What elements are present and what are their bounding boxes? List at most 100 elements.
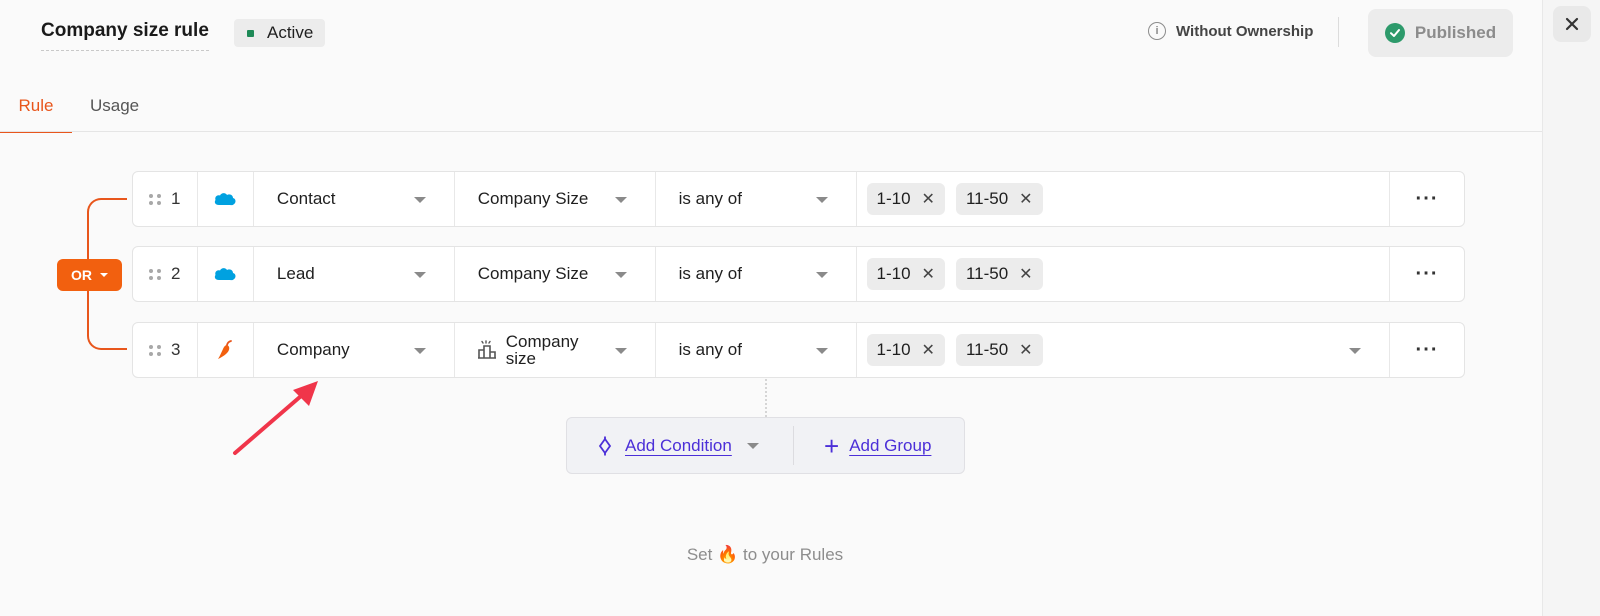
close-icon [1565,17,1579,31]
value-chip: 11-50 ✕ [955,258,1043,290]
more-options-button[interactable]: ··· [1390,247,1464,301]
info-icon: i [1148,22,1166,40]
operator-select[interactable]: is any of [656,172,857,226]
remove-chip-icon[interactable]: ✕ [1019,340,1032,360]
footer-text-before: Set [686,545,713,564]
chevron-down-icon [815,348,828,354]
operator-value: is any of [678,264,742,283]
value-chip: 11-50 ✕ [955,334,1043,366]
published-button[interactable]: Published [1368,9,1513,57]
side-panel [1542,0,1600,616]
value-chip: 1-10 ✕ [866,258,945,290]
row-number-cell: 3 [133,323,198,377]
chevron-down-icon [413,272,426,278]
chevron-down-icon [413,197,426,203]
field-select[interactable]: Company size [455,323,656,377]
values-input[interactable]: 1-10 ✕ 11-50 ✕ [857,247,1391,301]
field-select[interactable]: Company Size [455,172,656,226]
tab-usage[interactable]: Usage [90,86,139,133]
add-actions-box: Add Condition + Add Group [566,417,965,474]
tabs-divider [0,131,1542,132]
remove-chip-icon[interactable]: ✕ [1019,264,1032,284]
chip-label: 1-10 [876,264,911,283]
values-input[interactable]: 1-10 ✕ 11-50 ✕ [857,172,1391,226]
chip-label: 11-50 [965,340,1009,359]
condition-row-3: 3 Company Company size is any of 1-10 ✕ … [132,322,1465,378]
operator-value: is any of [678,340,742,359]
value-chip: 1-10 ✕ [866,334,945,366]
header-divider [1338,17,1339,47]
company-building-icon [477,340,496,359]
chevron-down-icon [1349,348,1362,354]
field-value: Company size [506,333,579,367]
operator-select[interactable]: is any of [656,323,857,377]
rule-title[interactable]: Company size rule [41,20,209,51]
drag-handle-icon[interactable] [149,344,161,356]
add-condition-label: Add Condition [625,435,732,455]
chevron-down-icon[interactable] [746,442,759,449]
rule-editor: Company size rule Active i Without Owner… [0,0,1542,616]
value-chip: 11-50 ✕ [955,183,1043,215]
chevron-down-icon [614,197,627,203]
chip-label: 1-10 [876,340,911,359]
value-chip: 1-10 ✕ [866,183,945,215]
object-value: Contact [276,189,336,208]
object-value: Company [276,340,350,359]
condition-row-1: 1 Contact Company Size is any of 1-10 ✕ 1… [132,171,1465,227]
condition-row-2: 2 Lead Company Size is any of 1-10 ✕ 11-5… [132,246,1465,302]
field-select[interactable]: Company Size [455,247,656,301]
drag-handle-icon[interactable] [149,193,161,205]
footer-hint: Set 🔥 to your Rules [0,545,1530,565]
group-operator-dropdown[interactable]: OR [57,259,122,291]
tab-rule[interactable]: Rule [0,86,72,133]
remove-chip-icon[interactable]: ✕ [922,340,935,360]
row-number-cell: 1 [133,172,198,226]
chevron-down-icon [100,273,108,277]
chevron-down-icon [413,348,426,354]
values-select[interactable]: 1-10 ✕ 11-50 ✕ [857,323,1391,377]
source-cell [198,323,254,377]
condition-diamond-icon [598,436,612,455]
object-value: Lead [276,264,315,283]
remove-chip-icon[interactable]: ✕ [922,264,935,284]
group-operator-label: OR [71,267,92,283]
drag-handle-icon[interactable] [149,268,161,280]
source-cell [198,172,254,226]
more-options-button[interactable]: ··· [1390,172,1464,226]
chevron-down-icon [614,348,627,354]
row-number: 1 [171,189,181,208]
salesforce-cloud-icon [215,193,236,206]
row-number: 2 [171,264,181,283]
add-connector-line [765,379,767,417]
object-select[interactable]: Contact [254,172,455,226]
add-condition-button[interactable]: Add Condition [567,426,794,465]
check-circle-icon [1384,23,1405,43]
close-button[interactable] [1553,6,1591,42]
chip-label: 11-50 [965,264,1009,283]
field-value: Company Size [477,189,589,208]
status-label: Active [267,23,314,42]
operator-select[interactable]: is any of [656,247,857,301]
ownership-label: Without Ownership [1176,22,1314,40]
chevron-down-icon [815,197,828,203]
operator-value: is any of [678,189,742,208]
more-options-button[interactable]: ··· [1390,323,1464,377]
chip-label: 1-10 [876,189,911,208]
salesforce-cloud-icon [215,268,236,281]
chevron-down-icon [815,272,828,278]
object-select[interactable]: Company [254,323,455,377]
field-value: Company Size [477,264,589,283]
add-group-button[interactable]: + Add Group [794,418,931,473]
ownership-indicator[interactable]: i Without Ownership [1148,22,1313,40]
published-label: Published [1414,23,1497,42]
remove-chip-icon[interactable]: ✕ [1019,189,1032,209]
chevron-down-icon [614,272,627,278]
chili-pepper-icon [218,340,233,359]
status-badge[interactable]: Active [234,19,326,47]
object-select[interactable]: Lead [254,247,455,301]
field-value-line2: size [505,349,537,368]
source-cell [198,247,254,301]
row-number-cell: 2 [133,247,198,301]
remove-chip-icon[interactable]: ✕ [922,189,935,209]
add-group-label: Add Group [849,435,932,455]
